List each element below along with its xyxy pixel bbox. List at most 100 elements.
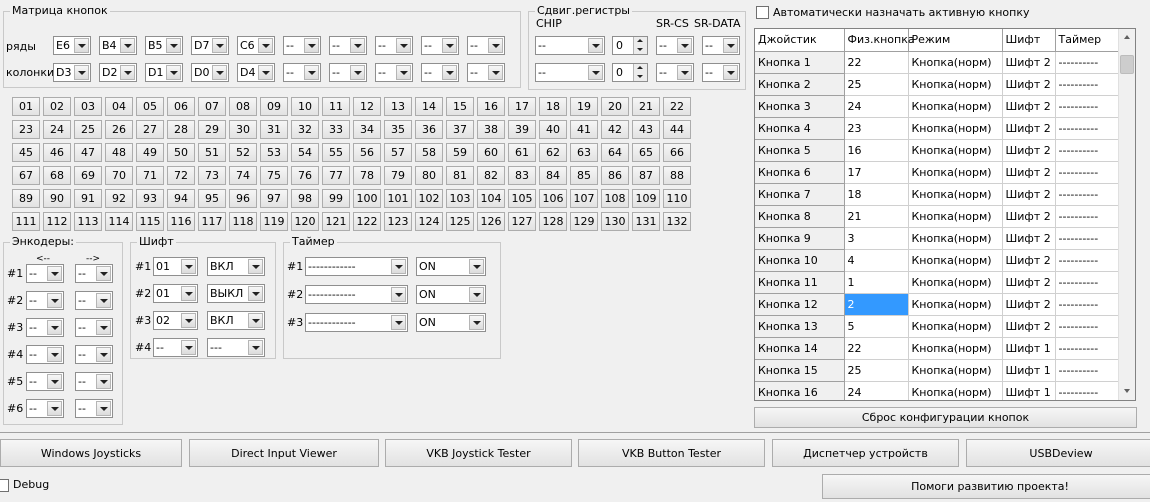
mode-cell[interactable]: Кнопка(норм) [908, 51, 1003, 74]
grid-column-header[interactable]: Таймер [1055, 29, 1119, 52]
mode-cell[interactable]: Кнопка(норм) [908, 117, 1003, 140]
matrix-button[interactable]: 19 [570, 97, 598, 116]
timer-cell[interactable]: ---------- [1055, 73, 1119, 96]
matrix-button[interactable]: 94 [167, 189, 195, 208]
row-pin-select[interactable]: -- [283, 36, 321, 55]
matrix-button[interactable]: 129 [570, 212, 598, 231]
matrix-button[interactable]: 66 [663, 143, 691, 162]
chevron-down-icon[interactable] [723, 65, 738, 80]
encoder-left-select[interactable]: -- [26, 399, 64, 418]
joystick-button-cell[interactable]: Кнопка 3 [755, 95, 845, 118]
joystick-button-cell[interactable]: Кнопка 16 [755, 381, 845, 400]
matrix-button[interactable]: 114 [105, 212, 133, 231]
chevron-down-icon[interactable] [96, 374, 111, 389]
row-pin-select[interactable]: -- [329, 36, 367, 55]
col-pin-select[interactable]: D3 [53, 63, 91, 82]
col-pin-select[interactable]: D0 [191, 63, 229, 82]
shift-cell[interactable]: Шифт 2 [1002, 315, 1056, 338]
chevron-down-icon[interactable] [442, 65, 457, 80]
matrix-button[interactable]: 29 [198, 120, 226, 139]
mode-cell[interactable]: Кнопка(норм) [908, 95, 1003, 118]
chevron-down-icon[interactable] [304, 65, 319, 80]
timer-cell[interactable]: ---------- [1055, 183, 1119, 206]
matrix-button[interactable]: 13 [384, 97, 412, 116]
spinner-down-icon[interactable] [633, 45, 647, 54]
physical-button-cell[interactable]: 5 [844, 315, 909, 338]
table-row[interactable]: Кнопка 11 1 Кнопка(норм) Шифт 2 ---------- [755, 271, 1119, 294]
joystick-button-cell[interactable]: Кнопка 13 [755, 315, 845, 338]
matrix-button[interactable]: 63 [570, 143, 598, 162]
chevron-down-icon[interactable] [588, 38, 603, 53]
matrix-button[interactable]: 54 [291, 143, 319, 162]
shift-button-select[interactable]: 01 [153, 284, 198, 303]
matrix-button[interactable]: 86 [601, 166, 629, 185]
mode-cell[interactable]: Кнопка(норм) [908, 293, 1003, 316]
matrix-button[interactable]: 99 [322, 189, 350, 208]
chevron-down-icon[interactable] [96, 293, 111, 308]
grid-column-header[interactable]: Джойстик [755, 29, 845, 52]
matrix-button[interactable]: 40 [539, 120, 567, 139]
chevron-down-icon[interactable] [96, 347, 111, 362]
matrix-button[interactable]: 57 [384, 143, 412, 162]
matrix-button[interactable]: 35 [384, 120, 412, 139]
matrix-button[interactable]: 102 [415, 189, 443, 208]
shift-button-select[interactable]: 01 [153, 257, 198, 276]
sr-chip-select[interactable]: -- [535, 63, 605, 82]
col-pin-select[interactable]: -- [329, 63, 367, 82]
physical-button-cell[interactable]: 21 [844, 205, 909, 228]
chevron-down-icon[interactable] [469, 259, 484, 274]
device-manager-button[interactable]: Диспетчер устройств [772, 439, 959, 467]
physical-button-cell[interactable]: 24 [844, 381, 909, 400]
matrix-button[interactable]: 90 [43, 189, 71, 208]
physical-button-cell[interactable]: 1 [844, 271, 909, 294]
chevron-down-icon[interactable] [258, 38, 273, 53]
matrix-button[interactable]: 103 [446, 189, 474, 208]
shift-cell[interactable]: Шифт 2 [1002, 293, 1056, 316]
col-pin-select[interactable]: -- [467, 63, 505, 82]
physical-button-cell[interactable]: 22 [844, 51, 909, 74]
matrix-button[interactable]: 88 [663, 166, 691, 185]
matrix-button[interactable]: 110 [663, 189, 691, 208]
matrix-button[interactable]: 111 [12, 212, 40, 231]
shift-cell[interactable]: Шифт 2 [1002, 227, 1056, 250]
chevron-down-icon[interactable] [350, 38, 365, 53]
matrix-button[interactable]: 113 [74, 212, 102, 231]
row-pin-select[interactable]: -- [421, 36, 459, 55]
shift-button-select[interactable]: -- [153, 338, 198, 357]
matrix-button[interactable]: 14 [415, 97, 443, 116]
timer-cell[interactable]: ---------- [1055, 227, 1119, 250]
joystick-button-cell[interactable]: Кнопка 11 [755, 271, 845, 294]
matrix-button[interactable]: 119 [260, 212, 288, 231]
matrix-button[interactable]: 92 [105, 189, 133, 208]
matrix-button[interactable]: 18 [539, 97, 567, 116]
physical-button-cell[interactable]: 3 [844, 227, 909, 250]
matrix-button[interactable]: 48 [105, 143, 133, 162]
timer-cell[interactable]: ---------- [1055, 249, 1119, 272]
joystick-button-cell[interactable]: Кнопка 12 [755, 293, 845, 316]
matrix-button[interactable]: 15 [446, 97, 474, 116]
scroll-thumb[interactable] [1120, 55, 1134, 74]
matrix-button[interactable]: 108 [601, 189, 629, 208]
grid-vertical-scrollbar[interactable] [1118, 29, 1135, 400]
mode-cell[interactable]: Кнопка(норм) [908, 227, 1003, 250]
matrix-button[interactable]: 07 [198, 97, 226, 116]
encoder-right-select[interactable]: -- [75, 372, 113, 391]
chevron-down-icon[interactable] [248, 259, 263, 274]
chevron-down-icon[interactable] [212, 65, 227, 80]
chevron-down-icon[interactable] [248, 340, 263, 355]
matrix-button[interactable]: 08 [229, 97, 257, 116]
matrix-button[interactable]: 116 [167, 212, 195, 231]
spinner-up-icon[interactable] [633, 37, 647, 46]
timer-cell[interactable]: ---------- [1055, 51, 1119, 74]
matrix-button[interactable]: 24 [43, 120, 71, 139]
matrix-button[interactable]: 41 [570, 120, 598, 139]
chevron-down-icon[interactable] [248, 286, 263, 301]
timer-cell[interactable]: ---------- [1055, 293, 1119, 316]
mode-cell[interactable]: Кнопка(норм) [908, 315, 1003, 338]
matrix-button[interactable]: 58 [415, 143, 443, 162]
mode-cell[interactable]: Кнопка(норм) [908, 337, 1003, 360]
matrix-button[interactable]: 56 [353, 143, 381, 162]
sr-cs-select[interactable]: -- [656, 36, 694, 55]
chevron-down-icon[interactable] [677, 65, 692, 80]
matrix-button[interactable]: 91 [74, 189, 102, 208]
